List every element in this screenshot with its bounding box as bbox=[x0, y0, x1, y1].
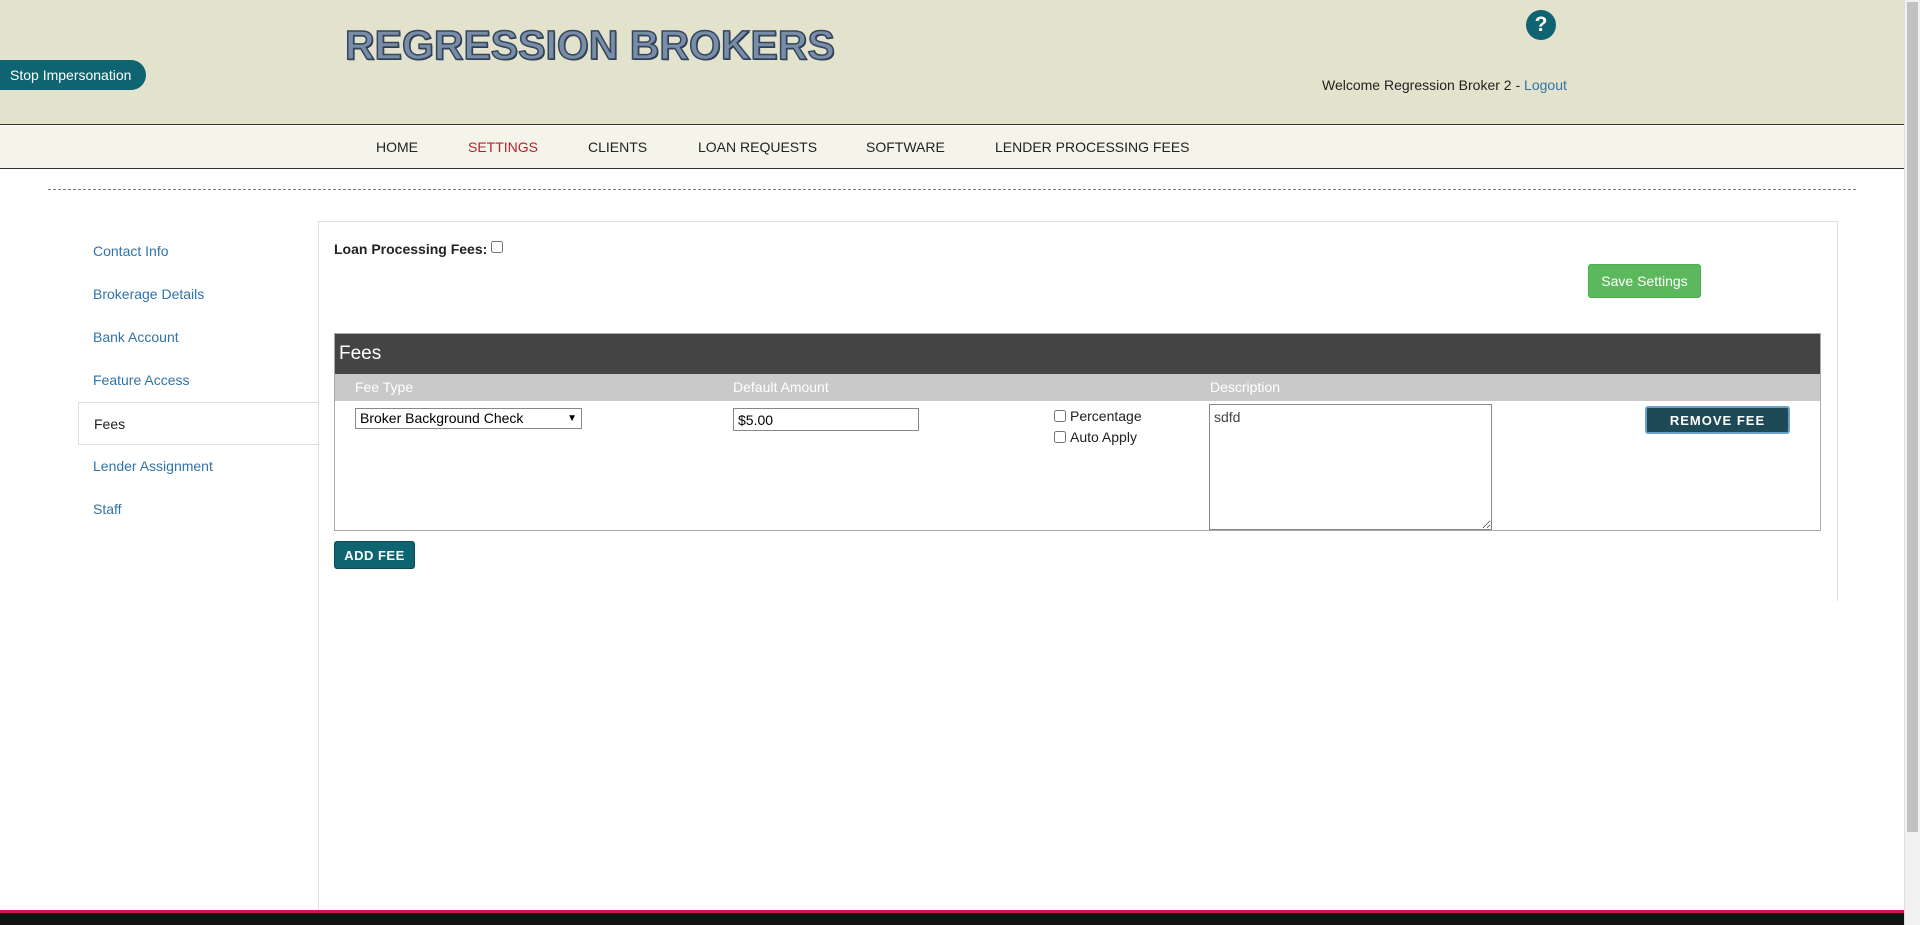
help-icon[interactable]: ? bbox=[1526, 10, 1556, 40]
stop-impersonation-button[interactable]: Stop Impersonation bbox=[0, 60, 146, 90]
logout-link[interactable]: Logout bbox=[1524, 77, 1567, 93]
description-textarea[interactable]: sdfd bbox=[1209, 404, 1492, 530]
percentage-checkbox[interactable] bbox=[1054, 410, 1066, 422]
page: REGRESSION BROKERS Stop Impersonation ? … bbox=[0, 0, 1920, 925]
nav-lender-processing-fees[interactable]: LENDER PROCESSING FEES bbox=[995, 139, 1190, 155]
sidebar-item-contact-info[interactable]: Contact Info bbox=[78, 230, 319, 273]
fees-title: Fees bbox=[335, 334, 1820, 374]
default-amount-input[interactable] bbox=[733, 408, 919, 431]
content-border bbox=[318, 601, 319, 925]
sidebar-item-lender-assignment[interactable]: Lender Assignment bbox=[78, 445, 319, 488]
main-nav: HOME SETTINGS CLIENTS LOAN REQUESTS SOFT… bbox=[0, 126, 1904, 169]
nav-loan-requests[interactable]: LOAN REQUESTS bbox=[698, 139, 817, 155]
fees-content: Loan Processing Fees: Save Settings Fees… bbox=[318, 221, 1838, 601]
divider bbox=[48, 189, 1856, 190]
sidebar-item-feature-access[interactable]: Feature Access bbox=[78, 359, 319, 402]
welcome-message: Welcome Regression Broker 2 - Logout bbox=[1322, 77, 1567, 93]
fees-table-header: Fee Type Default Amount Description bbox=[335, 374, 1820, 401]
fee-type-value: Broker Background Check bbox=[360, 410, 524, 426]
bottom-bar bbox=[0, 910, 1904, 925]
fees-panel: Fees Fee Type Default Amount Description… bbox=[334, 333, 1821, 531]
percentage-label: Percentage bbox=[1070, 408, 1142, 424]
add-fee-button[interactable]: ADD FEE bbox=[334, 541, 415, 569]
sidebar-item-staff[interactable]: Staff bbox=[78, 488, 319, 531]
scrollbar-thumb[interactable] bbox=[1907, 2, 1918, 832]
sidebar-item-bank-account[interactable]: Bank Account bbox=[78, 316, 319, 359]
sidebar-item-brokerage-details[interactable]: Brokerage Details bbox=[78, 273, 319, 316]
save-settings-button[interactable]: Save Settings bbox=[1588, 264, 1701, 298]
nav-settings[interactable]: SETTINGS bbox=[468, 139, 538, 155]
auto-apply-option: Auto Apply bbox=[1054, 429, 1137, 445]
logo: REGRESSION BROKERS bbox=[344, 21, 835, 69]
fee-row: Broker Background Check ▼ Percentage Auto… bbox=[335, 401, 1820, 530]
nav-software[interactable]: SOFTWARE bbox=[866, 139, 945, 155]
column-description: Description bbox=[1210, 379, 1281, 395]
welcome-text: Welcome Regression Broker 2 - bbox=[1322, 77, 1525, 93]
loan-processing-fees-label: Loan Processing Fees: bbox=[334, 241, 488, 257]
nav-clients[interactable]: CLIENTS bbox=[588, 139, 647, 155]
settings-sidebar: Contact Info Brokerage Details Bank Acco… bbox=[78, 230, 319, 531]
loan-processing-fees-checkbox[interactable] bbox=[491, 241, 503, 253]
sidebar-item-fees[interactable]: Fees bbox=[78, 402, 319, 445]
header: REGRESSION BROKERS Stop Impersonation ? … bbox=[0, 0, 1904, 125]
auto-apply-label: Auto Apply bbox=[1070, 429, 1137, 445]
column-default-amount: Default Amount bbox=[733, 379, 829, 395]
nav-home[interactable]: HOME bbox=[376, 139, 418, 155]
remove-fee-button[interactable]: REMOVE FEE bbox=[1645, 406, 1790, 434]
column-fee-type: Fee Type bbox=[355, 379, 414, 395]
fee-type-select[interactable]: Broker Background Check ▼ bbox=[355, 408, 582, 429]
dropdown-arrow-icon: ▼ bbox=[567, 413, 577, 424]
auto-apply-checkbox[interactable] bbox=[1054, 431, 1066, 443]
percentage-option: Percentage bbox=[1054, 408, 1142, 424]
scrollbar[interactable] bbox=[1904, 0, 1920, 925]
